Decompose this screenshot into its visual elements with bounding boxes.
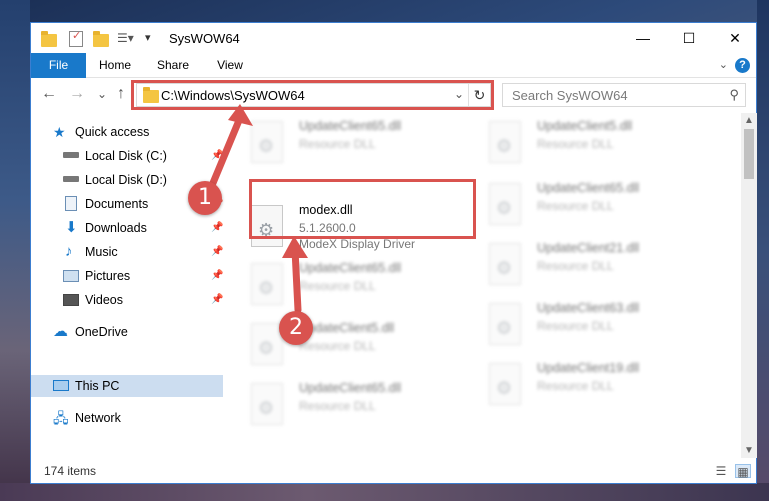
arrow-1-head	[228, 104, 253, 126]
annotation-arrows	[209, 104, 308, 314]
arrow-2-shaft	[291, 246, 302, 314]
arrow-2-head	[282, 236, 308, 258]
arrow-1-shaft	[209, 114, 244, 187]
step-2-badge: 2	[279, 311, 313, 345]
step-1-badge: 1	[188, 181, 222, 215]
